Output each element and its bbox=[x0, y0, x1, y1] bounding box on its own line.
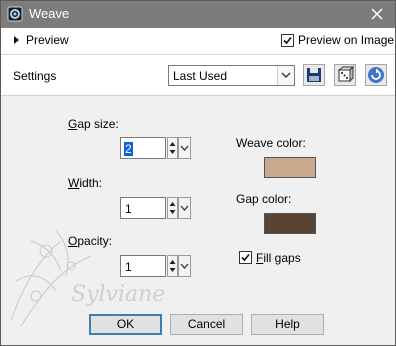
weave-color-swatch[interactable] bbox=[264, 157, 316, 178]
gap-color-swatch[interactable] bbox=[264, 213, 316, 234]
opacity-spinner[interactable]: 1 bbox=[120, 255, 191, 277]
ok-button[interactable]: OK bbox=[89, 314, 162, 335]
chevron-down-icon[interactable] bbox=[178, 255, 191, 277]
help-button[interactable]: Help bbox=[251, 314, 324, 335]
weave-dialog: Weave Preview Preview on Image Settings … bbox=[0, 0, 396, 346]
checkmark-icon bbox=[283, 36, 292, 45]
save-preset-icon[interactable] bbox=[303, 64, 325, 86]
spin-up-down-icon[interactable] bbox=[167, 137, 178, 159]
cancel-button[interactable]: Cancel bbox=[170, 314, 243, 335]
weave-color-label: Weave color: bbox=[236, 136, 306, 150]
expand-arrow-icon[interactable] bbox=[14, 36, 19, 44]
title-bar[interactable]: Weave bbox=[1, 1, 395, 28]
preset-dropdown[interactable]: Last Used bbox=[168, 65, 295, 86]
opacity-label: Opacity: bbox=[68, 234, 113, 248]
fill-gaps-checkbox[interactable] bbox=[239, 251, 252, 264]
gap-size-label: Gap size: bbox=[68, 117, 119, 131]
preview-on-image-checkbox[interactable] bbox=[281, 34, 294, 47]
settings-label: Settings bbox=[13, 69, 57, 83]
checkmark-icon bbox=[241, 253, 250, 262]
weave-app-icon bbox=[7, 6, 23, 22]
randomize-dice-icon[interactable] bbox=[334, 64, 356, 86]
fill-gaps-label: Fill gaps bbox=[256, 251, 301, 265]
width-input[interactable]: 1 bbox=[120, 197, 166, 219]
preset-value: Last Used bbox=[173, 69, 228, 83]
reset-icon[interactable] bbox=[365, 64, 387, 86]
window-title: Weave bbox=[29, 6, 70, 21]
gap-size-spinner[interactable]: 2 bbox=[120, 137, 191, 159]
spin-up-down-icon[interactable] bbox=[167, 255, 178, 277]
preview-bar: Preview Preview on Image bbox=[1, 28, 395, 55]
opacity-input[interactable]: 1 bbox=[120, 255, 166, 277]
chevron-down-icon[interactable] bbox=[178, 137, 191, 159]
preview-toggle[interactable]: Preview bbox=[26, 33, 69, 47]
chevron-down-icon[interactable] bbox=[277, 66, 294, 85]
gap-color-label: Gap color: bbox=[236, 192, 292, 206]
close-icon[interactable] bbox=[367, 4, 387, 24]
gap-size-input[interactable]: 2 bbox=[120, 137, 166, 159]
width-label: Width: bbox=[68, 176, 103, 190]
chevron-down-icon[interactable] bbox=[178, 197, 191, 219]
preview-on-image-label: Preview on Image bbox=[298, 33, 395, 47]
svg-text:Sylviane: Sylviane bbox=[71, 282, 165, 307]
width-spinner[interactable]: 1 bbox=[120, 197, 191, 219]
settings-bar: Settings Last Used bbox=[1, 55, 395, 96]
spin-up-down-icon[interactable] bbox=[167, 197, 178, 219]
